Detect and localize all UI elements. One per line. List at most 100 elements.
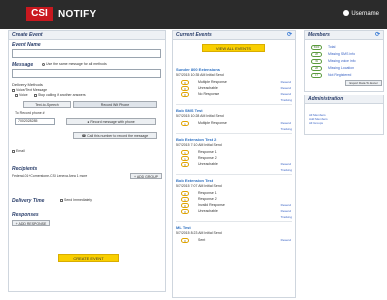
message-input[interactable] bbox=[12, 69, 161, 78]
event-title[interactable]: Bob SMS Test bbox=[176, 108, 203, 113]
response-label: Invalid Response bbox=[198, 203, 225, 207]
delivery-methods-label: Delivery Methods bbox=[12, 82, 43, 87]
member-stat-label: Missing Location bbox=[328, 66, 355, 70]
view-all-events-button[interactable]: VIEW ALL EVENTS bbox=[202, 44, 265, 52]
checkbox-icon bbox=[34, 93, 37, 97]
event-name-input[interactable] bbox=[12, 49, 161, 58]
checkbox-icon bbox=[12, 88, 15, 92]
administration-header: Administration bbox=[305, 95, 383, 104]
response-count-badge[interactable]: 1 bbox=[181, 197, 189, 202]
user-menu[interactable]: Username bbox=[343, 10, 379, 19]
tracking-link[interactable]: Tracking bbox=[281, 215, 292, 219]
response-count-badge[interactable]: 0 bbox=[181, 209, 189, 214]
member-count-badge: 28 bbox=[311, 52, 322, 57]
response-label: Response 1 bbox=[198, 150, 217, 154]
send-immediately-option[interactable]: Send Immediately bbox=[60, 198, 92, 203]
stop-calling-option[interactable]: Stop calling if another answers bbox=[34, 93, 86, 98]
resend-link[interactable]: Resend bbox=[281, 209, 291, 214]
add-response-button[interactable]: + ADD RESPONSE bbox=[12, 220, 50, 226]
members-panel: Members ⟳ 5000 Total 28 Missing SMS info 39 M… bbox=[304, 30, 384, 92]
refresh-icon[interactable]: ⟳ bbox=[287, 32, 292, 39]
same-message-option[interactable]: Use the same message for all methods bbox=[42, 62, 107, 67]
response-count-badge[interactable]: 0 bbox=[181, 86, 189, 91]
checkbox-icon bbox=[15, 93, 18, 97]
create-event-panel: Create Event Event Name Message Use the … bbox=[8, 30, 166, 292]
resend-link[interactable]: Resend bbox=[281, 92, 291, 97]
member-count-badge: 17 bbox=[311, 73, 322, 78]
member-count-badge: 5000 bbox=[311, 45, 322, 50]
callback-button[interactable]: ☎ Call this number to record the message bbox=[73, 132, 157, 139]
export-excel-button[interactable]: Export Data To Excel bbox=[345, 80, 382, 86]
tracking-link[interactable]: Tracking bbox=[281, 98, 292, 102]
checkbox-icon bbox=[60, 198, 63, 202]
event-subtitle: 5/7/2015 10:28 AM Initial Send bbox=[176, 114, 224, 118]
record-now-button[interactable]: ● Record message with phone bbox=[66, 118, 156, 125]
response-row: 0 No Response Resend bbox=[181, 92, 291, 98]
response-count-badge[interactable]: 0 bbox=[181, 238, 189, 243]
resend-link[interactable]: Resend bbox=[281, 86, 291, 91]
event-title[interactable]: ML Test bbox=[176, 225, 191, 230]
response-count-badge[interactable]: 0 bbox=[181, 162, 189, 167]
tracking-link[interactable]: Tracking bbox=[281, 127, 292, 131]
member-stat-label: Missing voice info bbox=[328, 59, 356, 63]
voice-option[interactable]: Voice bbox=[15, 93, 28, 98]
delivery-time-label: Delivery Time bbox=[12, 198, 45, 204]
response-count-badge[interactable]: 1 bbox=[181, 156, 189, 161]
member-stat-row[interactable]: 28 Missing SMS info bbox=[308, 51, 387, 58]
resend-link[interactable]: Resend bbox=[281, 80, 291, 85]
response-row: 0 Unreachable Resend bbox=[181, 162, 291, 168]
member-stat-label: Not Registered bbox=[328, 73, 352, 77]
event-title[interactable]: Bob Extension Test bbox=[176, 178, 213, 183]
response-count-badge[interactable]: 1 bbox=[181, 121, 189, 126]
app-brand: NOTIFY bbox=[58, 9, 97, 20]
app-root: CSI NOTIFY Username Create Event Event N… bbox=[0, 0, 387, 300]
response-count-badge[interactable]: 0 bbox=[181, 191, 189, 196]
member-stat-row[interactable]: 39 Missing voice info bbox=[308, 58, 387, 65]
administration-panel: Administration All Members Add Members All… bbox=[304, 95, 384, 135]
recipients-label: Recipients bbox=[12, 166, 38, 172]
resend-link[interactable]: Resend bbox=[281, 203, 291, 208]
response-label: Multiple Response bbox=[198, 121, 227, 125]
event-subtitle: 5/7/2015 7:07 AM Initial Send bbox=[176, 184, 222, 188]
member-stat-label: Total bbox=[328, 45, 336, 49]
record-phone-button[interactable]: Record Wit Phone bbox=[73, 101, 157, 108]
response-label: Unreachable bbox=[198, 209, 218, 213]
tts-button[interactable]: Text-to-Speech bbox=[23, 101, 71, 108]
response-label: Multiple Response bbox=[198, 80, 227, 84]
add-group-button[interactable]: + ADD GROUP bbox=[130, 173, 162, 179]
resend-link[interactable]: Resend bbox=[281, 162, 291, 167]
company-logo: CSI bbox=[26, 7, 53, 21]
event-separator bbox=[176, 221, 292, 222]
refresh-icon[interactable]: ⟳ bbox=[375, 32, 380, 39]
current-events-header: Current Events ⟳ bbox=[173, 31, 295, 40]
resend-link[interactable]: Resend bbox=[281, 121, 291, 126]
create-event-button[interactable]: CREATE EVENT bbox=[58, 254, 119, 262]
admin-link[interactable]: All Groups bbox=[309, 121, 323, 125]
response-count-badge[interactable]: 0 bbox=[181, 80, 189, 85]
response-row: 0 Unreachable Resend bbox=[181, 209, 291, 215]
event-title[interactable]: Sunder 800 Extensions bbox=[176, 67, 220, 72]
create-event-header: Create Event bbox=[9, 31, 165, 40]
response-label: No Response bbox=[198, 92, 220, 96]
event-name-label: Event Name bbox=[12, 42, 41, 48]
members-header: Members ⟳ bbox=[305, 31, 383, 40]
record-phone-label: To Record phone # bbox=[15, 111, 45, 115]
tracking-link[interactable]: Tracking bbox=[281, 168, 292, 172]
response-label: Response 2 bbox=[198, 156, 217, 160]
record-phone-input[interactable]: 7002028285 bbox=[15, 118, 55, 125]
member-stat-row[interactable]: 28 Missing Location bbox=[308, 65, 387, 72]
member-stat-row[interactable]: 17 Not Registered bbox=[308, 72, 387, 79]
event-subtitle: 5/7/2015 10:35 AM Initial Send bbox=[176, 73, 224, 77]
event-title[interactable]: Bob Extension Test 2 bbox=[176, 137, 216, 142]
member-stat-row[interactable]: 5000 Total bbox=[308, 44, 387, 51]
radio-icon bbox=[42, 62, 45, 66]
event-subtitle: 5/7/2015 7:10 AM Initial Send bbox=[176, 143, 222, 147]
response-count-badge[interactable]: 1 bbox=[181, 150, 189, 155]
response-count-badge[interactable]: 0 bbox=[181, 92, 189, 97]
message-label: Message bbox=[12, 62, 34, 68]
response-label: Sent bbox=[198, 238, 206, 242]
email-option[interactable]: Email bbox=[12, 149, 25, 154]
resend-link[interactable]: Resend bbox=[281, 238, 291, 243]
response-count-badge[interactable]: 0 bbox=[181, 203, 189, 208]
recipients-list[interactable]: Federal-01+Cornerstone-CSI Lenexa Area 1… bbox=[12, 174, 87, 179]
